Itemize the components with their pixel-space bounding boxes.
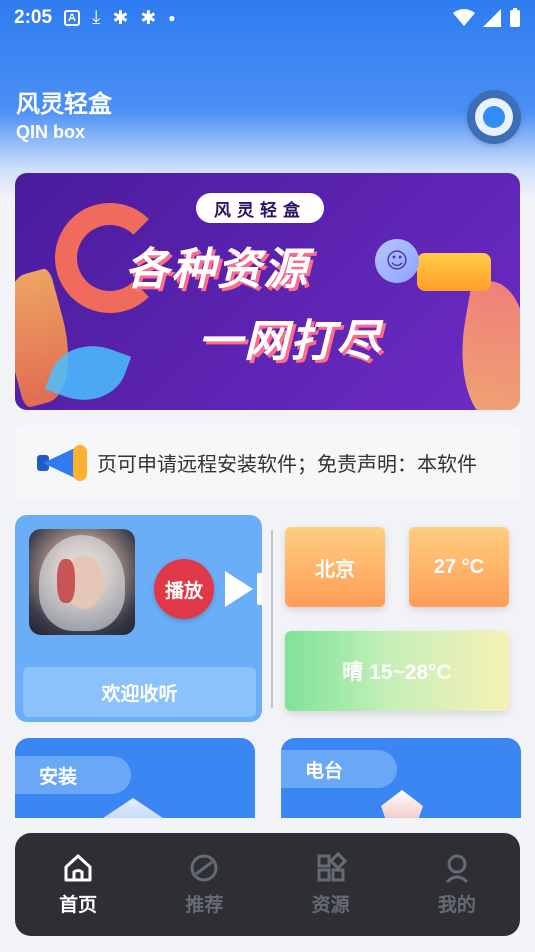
weather-city-card[interactable]: 北京 <box>285 527 385 607</box>
tab-mine-label: 我的 <box>437 894 476 916</box>
compass-icon <box>190 854 218 882</box>
play-button[interactable]: 播放 <box>154 559 214 619</box>
app-icon-a: A <box>64 10 81 26</box>
megaphone-icon <box>33 439 91 485</box>
install-tile-label: 安装 <box>15 756 131 794</box>
album-cover <box>29 529 135 635</box>
weather-temperature-card[interactable]: 27 °C <box>409 527 509 607</box>
bug-icon: ✱ <box>140 7 157 29</box>
download-icon: ⤓ <box>92 7 101 28</box>
tab-mine[interactable]: 我的 <box>394 833 520 936</box>
smiley-icon: ☺ <box>375 239 419 283</box>
tab-recommend-label: 推荐 <box>185 894 224 916</box>
radio-tile-label: 电台 <box>281 750 397 788</box>
ring-dot <box>483 106 505 128</box>
status-time: 2:05 <box>14 7 53 28</box>
ring-inner <box>475 98 513 136</box>
floating-ring-button[interactable] <box>467 90 521 144</box>
tab-resources[interactable]: 资源 <box>268 833 394 936</box>
status-bar: 2:05 A ⤓ ✱ ✱ ● <box>0 0 535 36</box>
battery-icon <box>510 8 520 27</box>
tab-recommend[interactable]: 推荐 <box>141 833 267 936</box>
tab-home[interactable]: 首页 <box>15 833 141 936</box>
signal-icon <box>483 9 501 27</box>
banner-headline-2: 一网打尽 <box>198 316 382 367</box>
dot-icon: ● <box>168 11 176 25</box>
banner-leaf-right <box>448 277 520 410</box>
weather-forecast-card[interactable]: 晴 15~28°C <box>285 631 509 711</box>
music-player-card[interactable]: 播放 欢迎收听 <box>15 515 262 722</box>
notice-bar[interactable]: 页可申请远程安装软件；免责声明：本软件 <box>15 425 520 499</box>
bottom-tab-bar: 首页 推荐 资源 我的 <box>15 833 520 936</box>
banner-pill: 风灵轻盒 <box>196 193 324 223</box>
app-subtitle: QIN box <box>16 122 86 142</box>
grid-icon <box>317 852 347 882</box>
tab-resources-label: 资源 <box>311 894 350 916</box>
tab-home-label: 首页 <box>59 894 98 916</box>
chat-bubble-icon <box>417 253 491 291</box>
home-icon <box>64 854 92 882</box>
promo-banner[interactable]: 风灵轻盒 各种资源 一网打尽 ☺ <box>15 173 520 410</box>
user-icon <box>445 854 468 884</box>
bug-icon: ✱ <box>112 7 129 29</box>
notice-text: 页可申请远程安装软件；免责声明：本软件 <box>97 451 477 476</box>
wifi-icon <box>453 9 475 26</box>
next-bar-icon <box>257 573 262 605</box>
vertical-divider <box>271 530 273 708</box>
banner-headline-1: 各种资源 <box>125 244 309 295</box>
play-icon[interactable] <box>225 571 253 607</box>
welcome-listen-button[interactable]: 欢迎收听 <box>23 667 256 717</box>
app-title: 风灵轻盒 <box>16 90 112 118</box>
